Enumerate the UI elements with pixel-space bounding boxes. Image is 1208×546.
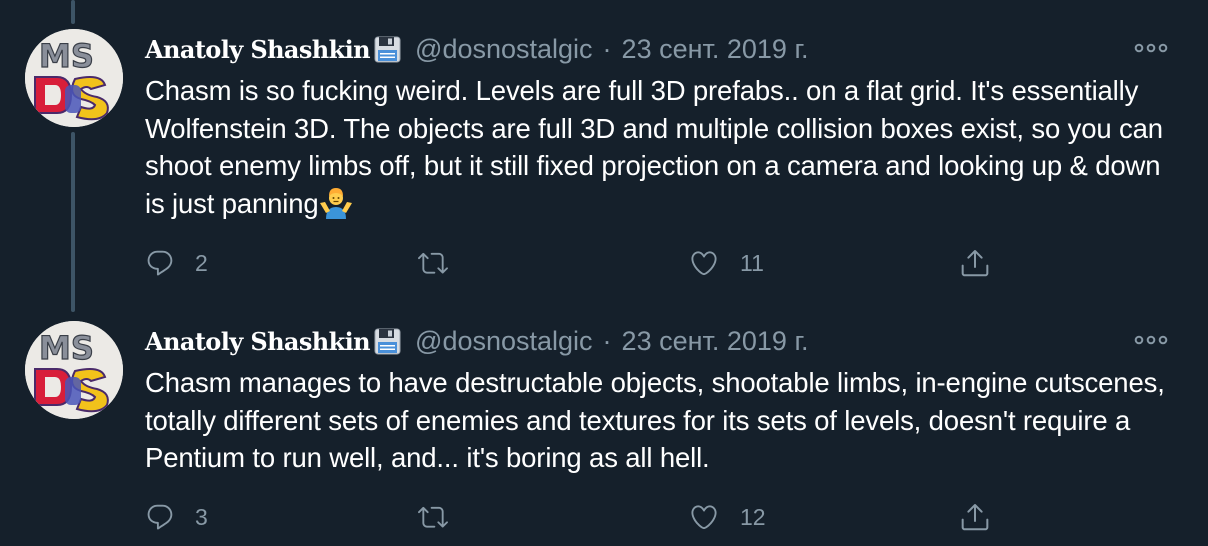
reply-button[interactable]: 3 xyxy=(145,499,208,535)
share-button[interactable] xyxy=(959,499,991,535)
tweet-actions: 2 11 xyxy=(145,245,1005,281)
svg-text:MS: MS xyxy=(39,329,94,367)
more-options-icon[interactable] xyxy=(1134,41,1168,55)
tweet-header: Anatoly Shashkin @dosnostalgic · 23 сент… xyxy=(145,29,809,69)
author-name[interactable]: Anatoly Shashkin xyxy=(145,327,371,356)
svg-text:MS: MS xyxy=(39,37,94,75)
ms-dos-logo-avatar: MS xyxy=(25,321,123,419)
author-handle[interactable]: @dosnostalgic xyxy=(415,34,593,65)
ms-dos-logo-avatar: MS xyxy=(25,29,123,127)
like-icon xyxy=(691,251,717,276)
tweet-actions: 3 12 xyxy=(145,499,1005,535)
retweet-icon xyxy=(418,506,448,528)
author-handle[interactable]: @dosnostalgic xyxy=(415,326,593,357)
tweet-text-body: Chasm is so fucking weird. Levels are fu… xyxy=(145,75,1163,219)
share-icon xyxy=(961,250,989,277)
tweet-header: Anatoly Shashkin @dosnostalgic · 23 сент… xyxy=(145,321,809,361)
like-button[interactable]: 12 xyxy=(688,499,766,535)
person-shrugging-emoji xyxy=(319,186,353,220)
reply-button[interactable]: 2 xyxy=(145,245,208,281)
more-options-icon[interactable] xyxy=(1134,333,1168,347)
retweet-icon xyxy=(418,252,448,274)
floppy-disk-icon xyxy=(374,36,401,63)
tweet-date[interactable]: 23 сент. 2019 г. xyxy=(622,326,809,357)
tweet-text-body: Chasm manages to have destructable objec… xyxy=(145,367,1165,473)
like-icon xyxy=(691,505,717,530)
tweet-text: Chasm manages to have destructable objec… xyxy=(145,364,1165,477)
thread-line-connector xyxy=(71,132,75,312)
retweet-button[interactable] xyxy=(416,499,470,535)
avatar[interactable]: MS xyxy=(25,29,123,127)
avatar[interactable]: MS xyxy=(25,321,123,419)
thread-line-top xyxy=(71,0,75,24)
reply-count: 2 xyxy=(195,249,208,276)
reply-icon xyxy=(147,504,173,530)
separator-dot: · xyxy=(602,33,612,64)
tweet-text: Chasm is so fucking weird. Levels are fu… xyxy=(145,72,1165,222)
floppy-disk-icon xyxy=(374,328,401,355)
reply-icon xyxy=(147,250,173,276)
like-count: 12 xyxy=(740,503,766,530)
share-icon xyxy=(961,504,989,531)
author-name[interactable]: Anatoly Shashkin xyxy=(145,35,371,64)
like-count: 11 xyxy=(740,249,764,276)
like-button[interactable]: 11 xyxy=(688,245,764,281)
tweet-date[interactable]: 23 сент. 2019 г. xyxy=(622,34,809,65)
reply-count: 3 xyxy=(195,503,208,530)
retweet-button[interactable] xyxy=(416,245,470,281)
share-button[interactable] xyxy=(959,245,991,281)
separator-dot: · xyxy=(602,325,612,356)
